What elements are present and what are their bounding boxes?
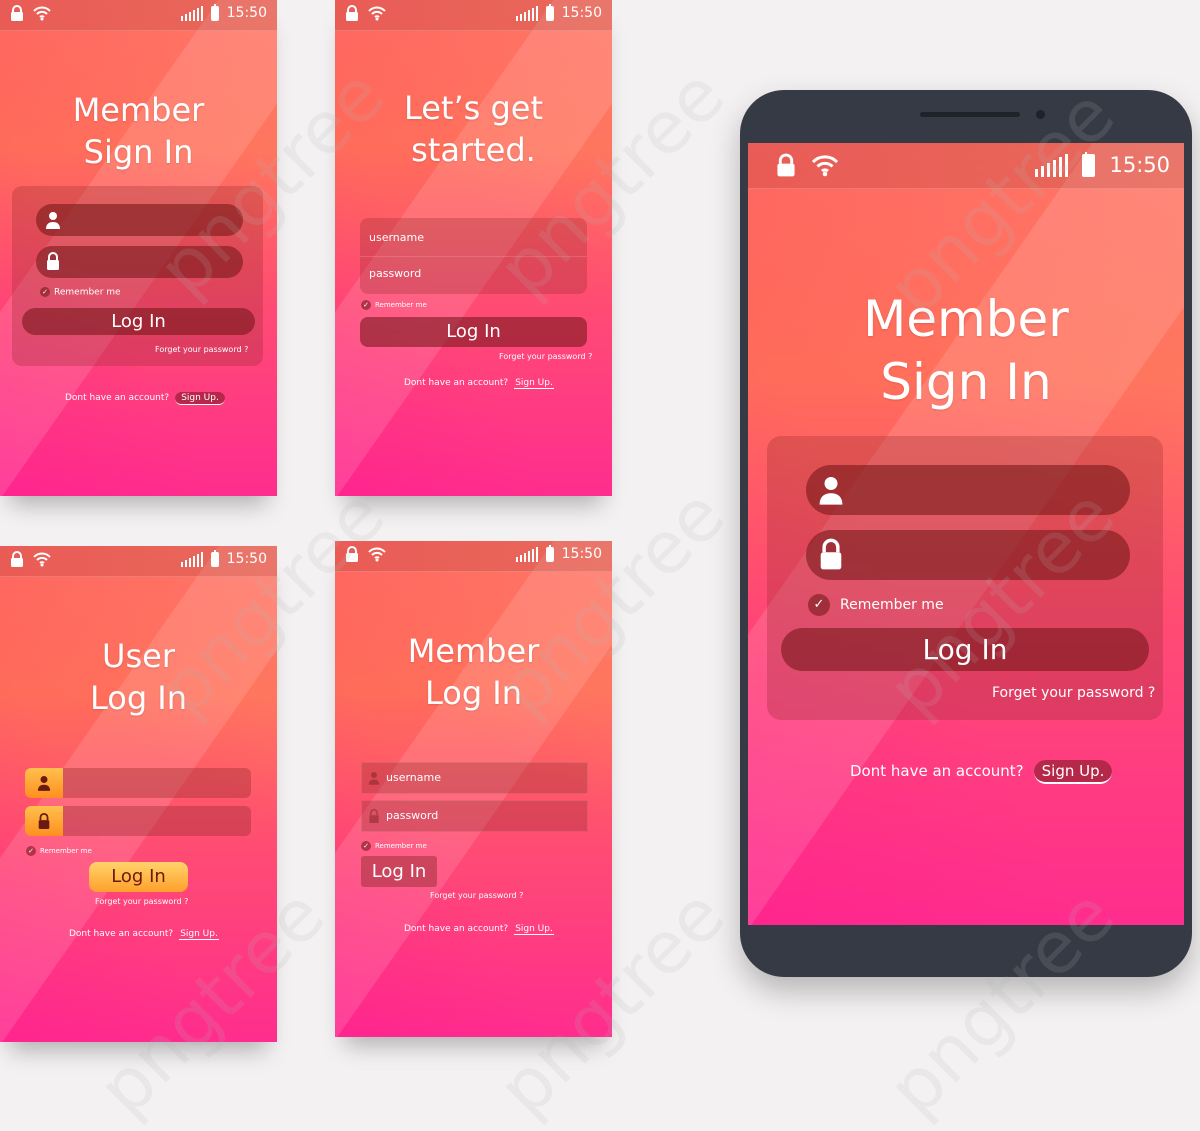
password-input[interactable] [25,806,251,836]
phone-mockup: 15:50 Member Sign In ✓ Remember me Log In… [740,90,1192,977]
signup-row: Dont have an account? Sign Up. [69,929,219,940]
remember-me-checkbox[interactable]: ✓ Remember me [361,300,427,310]
login-panel [360,218,587,294]
password-input[interactable] [36,246,243,278]
battery-icon [210,3,219,21]
username-input[interactable] [806,465,1130,515]
login-button[interactable]: Log In [22,308,255,335]
signup-link[interactable]: Sign Up. [514,924,554,935]
lock-icon [11,5,23,21]
username-input[interactable]: username [361,762,588,794]
password-input[interactable]: password [369,267,421,280]
battery-icon [210,549,219,567]
login-button[interactable]: Log In [89,862,188,892]
status-time: 15:50 [226,551,267,567]
wifi-icon [368,6,386,21]
forgot-password-link[interactable]: Forget your password ? [992,685,1155,701]
user-icon [368,772,380,785]
username-input[interactable]: username [369,231,424,244]
forgot-password-link[interactable]: Forget your password ? [155,345,248,354]
signup-link[interactable]: Sign Up. [175,392,225,405]
status-bar: 15:50 [748,143,1184,189]
remember-me-checkbox[interactable]: ✓ Remember me [361,841,427,851]
phone-screen-member-sign-in: 15:50 Member Sign In ✓ Remember me Log In… [748,143,1184,925]
username-input[interactable] [25,768,251,798]
lock-icon [369,809,379,823]
signup-row: Dont have an account? Sign Up. [850,760,1113,784]
screen-user-log-in: 15:50 User Log In ✓ Remember me Log In Fo… [0,546,277,1042]
lock-icon [38,813,50,829]
status-bar: 15:50 [0,0,277,31]
screen-member-log-in: 15:50 Member Log In username password ✓ R… [335,541,612,1037]
page-title: Let’s get started. [403,89,544,169]
signup-row: Dont have an account? Sign Up. [65,392,225,405]
login-button[interactable]: Log In [360,317,587,347]
forgot-password-link[interactable]: Forget your password ? [430,891,523,900]
check-icon: ✓ [808,594,830,616]
signup-link[interactable]: Sign Up. [1033,760,1113,784]
page-title: User Log In [89,637,188,717]
signal-icon [515,546,538,562]
phone-speaker [920,112,1020,117]
wifi-icon [368,547,386,562]
remember-me-checkbox[interactable]: ✓ Remember me [40,287,121,298]
screen-lets-get-started: 15:50 Let’s get started. username passwo… [335,0,612,496]
login-button[interactable]: Log In [781,628,1149,671]
remember-me-checkbox[interactable]: ✓ Remember me [26,846,92,856]
page-title: Member Sign In [863,290,1069,411]
lock-icon [820,538,842,570]
check-icon: ✓ [40,287,50,297]
user-icon [46,212,60,229]
lock-icon [777,153,795,177]
wifi-icon [33,552,51,567]
status-bar: 15:50 [335,0,612,31]
user-icon [37,776,51,791]
lock-icon [11,551,23,567]
username-input[interactable] [36,204,243,236]
page-title: Member Log In [407,632,540,712]
lock-icon [346,546,358,562]
signup-link[interactable]: Sign Up. [179,929,219,940]
page-title: Member Sign In [72,91,205,171]
password-input[interactable] [806,530,1130,580]
signup-row: Dont have an account? Sign Up. [404,378,554,389]
login-button[interactable]: Log In [361,856,437,887]
status-time: 15:50 [1109,153,1170,177]
battery-icon [545,544,554,562]
wifi-icon [811,155,839,177]
signal-icon [1035,153,1069,177]
screen-member-sign-in: 15:50 Member Sign In ✓ Remember me Log In… [0,0,277,496]
lock-icon [346,5,358,21]
user-icon [819,477,843,505]
lock-icon [47,252,59,270]
signup-row: Dont have an account? Sign Up. [404,924,554,935]
phone-camera [1036,110,1045,119]
signal-icon [180,5,203,21]
forgot-password-link[interactable]: Forget your password ? [95,897,188,906]
status-bar: 15:50 [335,541,612,572]
status-time: 15:50 [561,546,602,562]
signal-icon [180,551,203,567]
status-time: 15:50 [561,5,602,21]
forgot-password-link[interactable]: Forget your password ? [499,352,592,361]
battery-icon [545,3,554,21]
signal-icon [515,5,538,21]
wifi-icon [33,6,51,21]
battery-icon [1082,151,1096,177]
check-icon: ✓ [26,846,36,856]
check-icon: ✓ [361,841,371,851]
remember-me-checkbox[interactable]: ✓ Remember me [808,594,944,616]
password-input[interactable]: password [361,800,588,832]
signup-link[interactable]: Sign Up. [514,378,554,389]
status-time: 15:50 [226,5,267,21]
status-bar: 15:50 [0,546,277,577]
check-icon: ✓ [361,300,371,310]
